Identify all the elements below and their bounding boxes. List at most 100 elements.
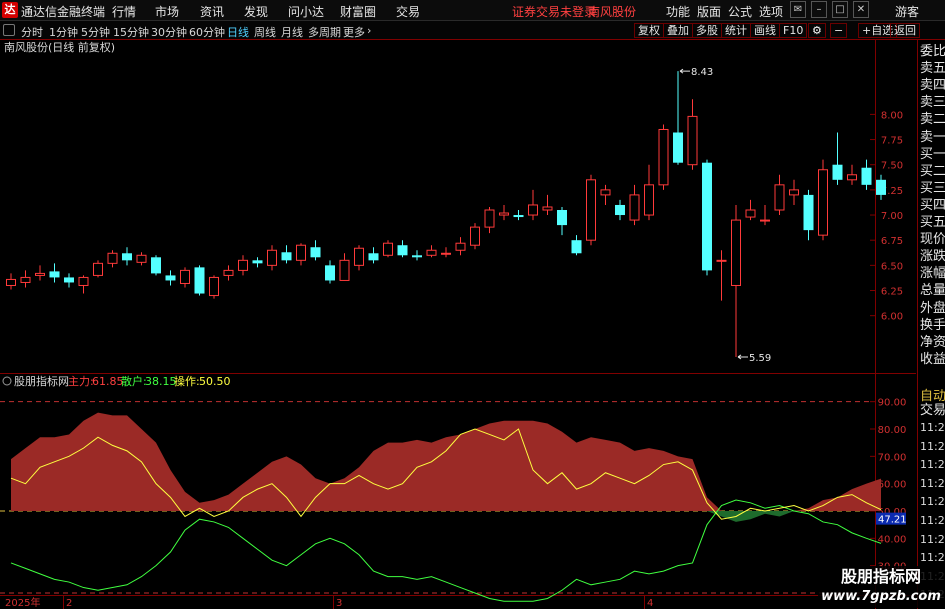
chevron-right-icon[interactable]: ›	[367, 24, 371, 37]
period-week[interactable]: 周线	[254, 24, 276, 40]
candle	[64, 273, 74, 288]
maximize-icon[interactable]: □	[832, 1, 848, 18]
indicator-tick-label: 60.00	[878, 480, 907, 491]
candle	[412, 250, 422, 261]
candle	[484, 206, 495, 234]
menu-xuanxiang[interactable]: 选项	[759, 3, 783, 20]
candle-body	[354, 247, 364, 266]
period-day[interactable]: 日线	[227, 24, 249, 40]
candle	[542, 194, 553, 216]
button-diejia[interactable]: 叠加	[663, 23, 693, 38]
candle-body	[93, 262, 103, 276]
chart-frame[interactable]: 南风股份(日线 前复权) 6.00 6.25 6.50 6.75 7.00 7.25 7.5…	[0, 40, 916, 609]
stock-name-title: 南风股份	[588, 5, 637, 19]
candle	[687, 99, 698, 170]
candle-body	[600, 189, 611, 196]
menu-caifuquan[interactable]: 财富圈	[340, 3, 376, 20]
button-f10[interactable]: F10	[779, 23, 808, 38]
current-value-marker-text: 47.21	[878, 515, 907, 526]
close-icon[interactable]: ✕	[853, 1, 869, 18]
period-5min[interactable]: 5分钟	[81, 24, 110, 40]
user-guest[interactable]: 游客	[895, 3, 919, 20]
candle-body	[861, 167, 872, 185]
candle	[180, 267, 190, 288]
trade-label[interactable]: 交易	[920, 402, 945, 419]
candle	[455, 237, 466, 256]
message-icon[interactable]: ✉	[790, 1, 806, 18]
menu-gongneng[interactable]: 功能	[666, 3, 690, 20]
period-multi[interactable]: 多周期	[308, 24, 341, 40]
menu-zixun[interactable]: 资讯	[200, 3, 224, 20]
toolbar-menu-icon[interactable]	[3, 24, 15, 36]
minimize-icon[interactable]: –	[811, 1, 827, 18]
candle-body	[64, 277, 74, 283]
period-more[interactable]: 更多	[343, 24, 365, 40]
menu-hangqing[interactable]: 行情	[112, 3, 136, 20]
candle-body	[136, 254, 147, 263]
candle-body	[716, 259, 727, 262]
candle-body	[673, 132, 683, 163]
candle-body	[484, 209, 495, 228]
period-fenshi[interactable]: 分时	[21, 24, 43, 40]
candle-body	[281, 252, 292, 261]
button-tongji[interactable]: 统计	[721, 23, 751, 38]
candle	[194, 265, 205, 296]
candle-body	[774, 184, 785, 211]
candle-body	[310, 247, 321, 258]
period-month[interactable]: 月线	[281, 24, 303, 40]
button-remove[interactable]: −	[830, 23, 848, 38]
candle	[397, 240, 408, 258]
menu-jiaoyi[interactable]: 交易	[396, 3, 420, 20]
high-price-label: 8.43	[691, 67, 713, 78]
candle	[281, 245, 292, 264]
quote-field-label: 换手	[920, 317, 945, 333]
trade-time-row: 11:29	[920, 532, 945, 546]
menu-faxian[interactable]: 发现	[244, 3, 268, 20]
indicator-areas	[11, 412, 881, 522]
zhuli-low-area	[11, 511, 881, 522]
candle	[702, 159, 712, 276]
menu-banmian[interactable]: 版面	[697, 3, 721, 20]
watermark-url: www.7gpzb.com	[821, 589, 941, 604]
sanhu-value: 38.15	[145, 375, 177, 388]
menu-shichang[interactable]: 市场	[155, 3, 179, 20]
price-tick-label: 7.75	[881, 136, 903, 147]
watermark-title: 股朋指标网	[840, 567, 921, 586]
candle-body	[441, 252, 451, 255]
button-fuquan[interactable]: 复权	[634, 23, 664, 38]
candle	[238, 255, 248, 276]
candle	[774, 174, 785, 216]
period-15min[interactable]: 15分钟	[113, 24, 149, 40]
period-1min[interactable]: 1分钟	[49, 24, 78, 40]
candle-body	[223, 269, 234, 276]
kline-svg[interactable]: 南风股份(日线 前复权) 6.006.256.506.757.007.257.5…	[0, 40, 916, 609]
quote-field-label: 卖四	[920, 78, 945, 94]
candle-body	[78, 276, 89, 286]
menu-gongshi[interactable]: 公式	[728, 3, 752, 20]
trade-login-notice[interactable]: 证券交易未登录	[512, 3, 596, 20]
candle	[78, 275, 89, 294]
price-tick-label: 8.00	[881, 110, 903, 121]
button-huaxian[interactable]: 画线	[750, 23, 780, 38]
candle	[731, 204, 741, 357]
candle-body	[455, 242, 466, 251]
candle-body	[528, 204, 538, 216]
price-tick-label: 7.50	[881, 161, 903, 172]
period-60min[interactable]: 60分钟	[189, 24, 225, 40]
sanhu-label: 散户:	[121, 374, 147, 388]
candle	[832, 132, 843, 185]
candle	[296, 243, 306, 266]
period-30min[interactable]: 30分钟	[151, 24, 187, 40]
candle	[528, 189, 538, 221]
quote-field-label: 买四	[920, 197, 945, 213]
menu-wenxiaoda[interactable]: 问小达	[288, 3, 324, 20]
trade-time-row: 11:29	[920, 514, 945, 527]
button-duogu[interactable]: 多股	[692, 23, 722, 38]
indicator-tick-label: 80.00	[878, 425, 907, 436]
button-back[interactable]: 返回	[890, 23, 920, 38]
candle	[6, 273, 16, 290]
settings-icon[interactable]: ⚙	[808, 23, 826, 38]
candle	[209, 275, 219, 299]
indicator-settings-icon[interactable]	[2, 376, 12, 386]
candle	[339, 253, 350, 281]
